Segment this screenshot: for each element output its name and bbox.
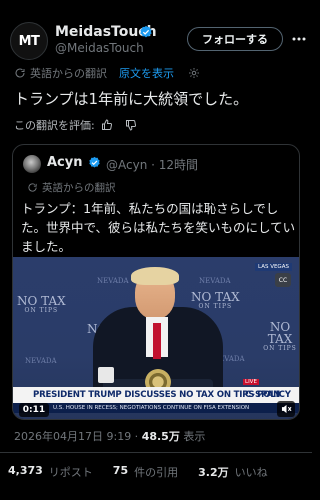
translate-icon: [28, 183, 37, 192]
speaker-hair: [131, 267, 179, 285]
translation-label: 英語からの翻訳: [30, 67, 107, 80]
quote-author-handle-time[interactable]: @Acyn · 12時間: [106, 156, 198, 173]
live-badge: LIVE: [243, 379, 259, 385]
show-original-link[interactable]: 原文を表示: [119, 65, 174, 81]
post-datetime[interactable]: 2026年04月17日 9:19 ·: [14, 430, 142, 443]
author-avatar[interactable]: MT: [10, 22, 48, 60]
engagement-stats: 4,373 リポスト 75 件の引用 3.2万 いいね: [8, 464, 268, 480]
captions-icon[interactable]: CC: [275, 273, 291, 287]
rate-translation-row: この翻訳を評価:: [14, 117, 137, 133]
backdrop-nevada: NEVADA: [199, 277, 231, 285]
quote-text: トランプ：1年前、私たちの国は恥さらしでした。世界中で、彼らは私たちを笑いものに…: [21, 201, 296, 254]
quotes-count[interactable]: 75: [113, 464, 128, 480]
rate-translation-label: この翻訳を評価:: [14, 119, 95, 132]
verified-badge-icon: [140, 25, 152, 38]
news-ticker: U.S. HOUSE IN RECESS; NEGOTIATIONS CONTI…: [13, 403, 299, 413]
author-handle[interactable]: @MeidasTouch: [55, 41, 144, 55]
backdrop-no-tax: NO TAX ON TIPS: [17, 294, 66, 314]
reposts-label[interactable]: リポスト: [49, 464, 93, 480]
cup: [98, 367, 114, 383]
views-label: 表示: [179, 430, 206, 443]
backdrop-nevada: NEVADA: [25, 357, 57, 365]
divider: [0, 452, 312, 453]
likes-count[interactable]: 3.2万: [198, 464, 229, 480]
reposts-count[interactable]: 4,373: [8, 464, 43, 480]
thumbs-down-icon[interactable]: [125, 119, 137, 131]
speaker-tie: [153, 323, 161, 359]
quote-translation-row: 英語からの翻訳: [27, 180, 116, 195]
quoted-post[interactable]: Acyn @Acyn · 12時間 英語からの翻訳 トランプ：1年前、私たちの国…: [12, 144, 300, 420]
video-player[interactable]: NO TAX ON TIPS NO TAX ON TIPS NO TAX ON TIP…: [13, 257, 299, 419]
post-text: トランプは1年前に大統領でした。: [14, 90, 249, 108]
quote-author-handle[interactable]: @Acyn: [106, 158, 147, 172]
backdrop-no-tax: NO TAX ON TIPS: [263, 320, 297, 352]
quotes-label[interactable]: 件の引用: [134, 464, 178, 480]
quote-post-time[interactable]: · 12時間: [151, 158, 198, 172]
video-timecode: 0:11: [19, 403, 49, 417]
quote-author-name[interactable]: Acyn: [47, 155, 83, 170]
thumbs-up-icon[interactable]: [101, 119, 113, 131]
mute-icon[interactable]: [277, 401, 295, 417]
backdrop-nevada: NEVADA: [97, 277, 129, 285]
quote-author-avatar[interactable]: [23, 155, 41, 173]
network-logo: C-SPAN: [245, 390, 281, 400]
ticker-text: U.S. HOUSE IN RECESS; NEGOTIATIONS CONTI…: [53, 405, 250, 411]
location-tag: LAS VEGAS: [255, 263, 292, 271]
follow-button[interactable]: フォローする: [187, 27, 283, 51]
verified-badge-icon: [89, 156, 100, 168]
post-meta: 2026年04月17日 9:19 · 48.5万 表示: [14, 428, 205, 444]
views-count: 48.5万: [141, 430, 180, 443]
translation-row: 英語からの翻訳 原文を表示: [14, 65, 200, 81]
avatar-logo-text: MT: [18, 33, 40, 49]
translate-icon: [15, 68, 25, 78]
quote-translation-label: 英語からの翻訳: [42, 182, 116, 194]
likes-label[interactable]: いいね: [235, 464, 268, 480]
gear-icon[interactable]: [188, 67, 200, 79]
more-options-icon[interactable]: [289, 29, 309, 49]
backdrop-no-tax: NO TAX ON TIPS: [191, 290, 240, 310]
